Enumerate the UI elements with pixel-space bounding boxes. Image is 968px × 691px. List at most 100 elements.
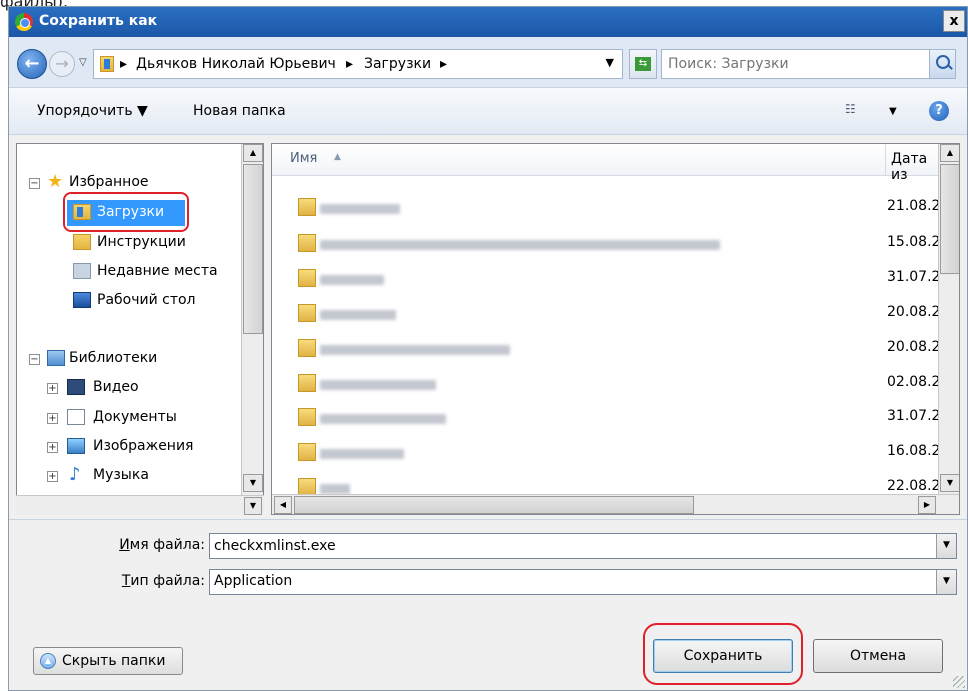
- column-name-header[interactable]: Имя: [290, 151, 317, 166]
- collapse-icon[interactable]: −: [29, 354, 40, 365]
- folder-icon: [298, 374, 316, 392]
- help-icon[interactable]: ?: [929, 101, 949, 121]
- breadcrumb[interactable]: ▸ Дьячков Николай Юрьевич ▸ Загрузки ▸ ▼: [93, 49, 623, 79]
- column-date-header[interactable]: Дата из: [891, 151, 938, 183]
- highlight-annotation: [63, 192, 189, 232]
- nav-item-label: Документы: [93, 409, 177, 425]
- nav-item-video[interactable]: + Видео: [17, 375, 237, 401]
- window-title: Сохранить как: [39, 13, 158, 29]
- expand-icon[interactable]: +: [47, 413, 58, 424]
- views-dropdown-icon[interactable]: ▼: [889, 106, 897, 117]
- recent-places-icon: [73, 263, 91, 279]
- file-row[interactable]: 20.08.20: [272, 300, 949, 328]
- scroll-up-icon[interactable]: ▲: [940, 144, 959, 162]
- forward-button[interactable]: →: [49, 51, 75, 77]
- scroll-down-icon[interactable]: ▼: [244, 497, 262, 515]
- music-icon: ♪: [69, 464, 81, 485]
- chevron-down-icon[interactable]: ▼: [936, 534, 956, 558]
- nav-item-label: Рабочий стол: [97, 292, 196, 308]
- scroll-up-icon[interactable]: ▲: [243, 144, 263, 162]
- libraries-icon: [47, 350, 65, 366]
- file-row[interactable]: 16.08.20: [272, 439, 949, 467]
- nav-horizontal-scrollbar[interactable]: ▼: [16, 495, 264, 515]
- breadcrumb-separator-icon[interactable]: ▸: [440, 56, 447, 72]
- folder-icon: [298, 234, 316, 252]
- nav-item-label: Музыка: [93, 467, 149, 483]
- filetype-select[interactable]: Application ▼: [209, 569, 957, 595]
- nav-item-label: Избранное: [69, 174, 149, 190]
- back-button[interactable]: ←: [17, 49, 47, 79]
- collapse-icon[interactable]: −: [29, 178, 40, 189]
- scroll-thumb[interactable]: [294, 496, 694, 514]
- title-bar: Сохранить как x: [9, 7, 967, 37]
- expand-icon[interactable]: +: [47, 383, 58, 394]
- scroll-down-icon[interactable]: ▼: [243, 474, 263, 492]
- chevron-up-icon: ▲: [40, 653, 56, 669]
- nav-item-label: Видео: [93, 379, 139, 395]
- file-scrollbar[interactable]: ▲ ▼: [938, 144, 959, 494]
- file-row[interactable]: 21.08.20: [272, 194, 949, 222]
- scroll-left-icon[interactable]: ◀: [274, 496, 292, 514]
- nav-item-recent-places[interactable]: Недавние места: [17, 259, 237, 285]
- scroll-thumb[interactable]: [940, 164, 959, 274]
- scroll-right-icon[interactable]: ▶: [918, 496, 936, 514]
- scroll-down-icon[interactable]: ▼: [940, 474, 959, 492]
- file-row[interactable]: 20.08.20: [272, 335, 949, 363]
- breadcrumb-downloads[interactable]: Загрузки: [364, 56, 431, 72]
- redacted-name: [320, 275, 384, 285]
- chevron-down-icon[interactable]: ▼: [936, 570, 956, 594]
- search-icon[interactable]: [929, 50, 955, 78]
- close-button[interactable]: x: [943, 10, 965, 32]
- organize-button[interactable]: Упорядочить ▼: [37, 103, 148, 119]
- resize-grip-icon[interactable]: [953, 676, 965, 688]
- folder-icon: [298, 269, 316, 287]
- filename-combo[interactable]: ▼: [209, 533, 957, 559]
- nav-scrollbar[interactable]: ▲ ▼: [241, 144, 263, 514]
- breadcrumb-separator-icon[interactable]: ▸: [120, 56, 127, 72]
- redacted-name: [320, 484, 350, 494]
- redacted-name: [320, 240, 720, 250]
- nav-item-label: Изображения: [93, 438, 194, 454]
- nav-item-instructions[interactable]: Инструкции: [17, 230, 237, 256]
- file-row[interactable]: 15.08.20: [272, 230, 949, 258]
- search-field[interactable]: [661, 49, 956, 79]
- horizontal-scrollbar[interactable]: ◀ ▶: [272, 494, 959, 514]
- folder-icon: [298, 304, 316, 322]
- expand-icon[interactable]: +: [47, 442, 58, 453]
- nav-item-music[interactable]: + ♪ Музыка: [17, 463, 237, 489]
- expand-icon[interactable]: +: [47, 471, 58, 482]
- folder-icon: [298, 198, 316, 216]
- history-dropdown-icon[interactable]: ▽: [79, 57, 87, 68]
- nav-libraries[interactable]: − Библиотеки: [17, 346, 237, 372]
- nav-item-documents[interactable]: + Документы: [17, 405, 237, 431]
- path-dropdown-icon[interactable]: ▼: [606, 56, 614, 69]
- scroll-thumb[interactable]: [243, 164, 263, 334]
- nav-item-label: Инструкции: [97, 234, 186, 250]
- file-row[interactable]: 31.07.20: [272, 265, 949, 293]
- breadcrumb-user[interactable]: Дьячков Николай Юрьевич: [136, 56, 336, 72]
- refresh-button[interactable]: ⇆: [629, 49, 657, 79]
- search-input[interactable]: [668, 55, 918, 73]
- video-icon: [67, 379, 85, 395]
- views-icon[interactable]: ☷: [845, 102, 865, 120]
- sort-ascending-icon: ▲: [334, 152, 341, 162]
- save-as-dialog: Сохранить как x ← → ▽ ▸ Дьячков Николай …: [8, 6, 968, 691]
- file-row[interactable]: 31.07.20: [272, 404, 949, 432]
- redacted-name: [320, 204, 400, 214]
- file-row[interactable]: 02.08.20: [272, 370, 949, 398]
- new-folder-button[interactable]: Новая папка: [193, 103, 286, 119]
- column-divider[interactable]: [885, 144, 886, 176]
- breadcrumb-separator-icon[interactable]: ▸: [346, 56, 353, 72]
- hide-folders-button[interactable]: ▲ Скрыть папки: [33, 647, 183, 675]
- desktop-icon: [73, 292, 91, 308]
- folder-icon: [73, 234, 91, 250]
- redacted-name: [320, 310, 396, 320]
- cancel-button[interactable]: Отмена: [813, 639, 943, 673]
- nav-item-label: Библиотеки: [69, 350, 158, 366]
- documents-icon: [67, 409, 85, 425]
- nav-item-desktop[interactable]: Рабочий стол: [17, 288, 237, 314]
- toolbar: Упорядочить ▼ Новая папка ☷ ▼ ?: [9, 87, 967, 135]
- filename-input[interactable]: [214, 537, 914, 555]
- nav-item-images[interactable]: + Изображения: [17, 434, 237, 460]
- folder-icon: [298, 339, 316, 357]
